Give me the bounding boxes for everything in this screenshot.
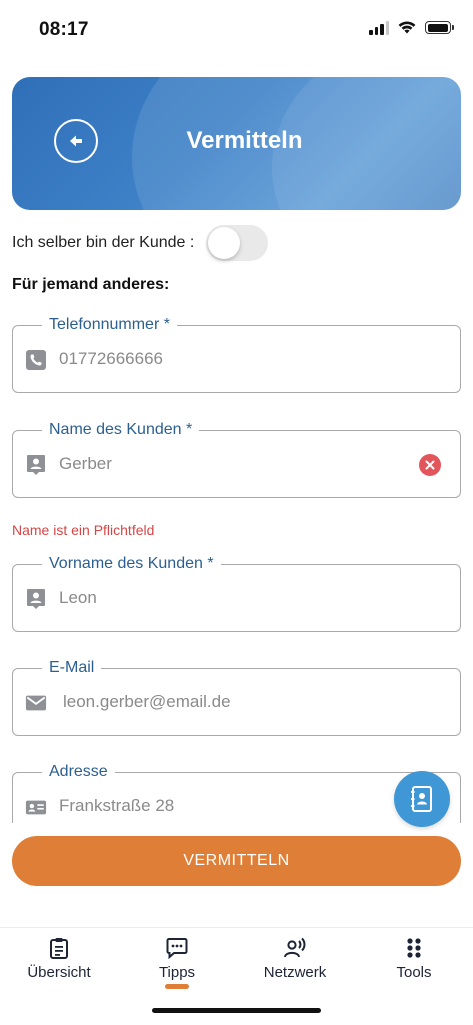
close-circle-icon[interactable] bbox=[419, 454, 441, 476]
self-customer-toggle[interactable] bbox=[206, 225, 269, 261]
grid-dots-icon bbox=[406, 936, 422, 960]
nav-item-overview[interactable]: Übersicht bbox=[0, 928, 118, 998]
wifi-icon bbox=[398, 21, 416, 34]
contacts-button[interactable] bbox=[394, 771, 450, 827]
phone-input[interactable] bbox=[59, 343, 399, 375]
nav-item-tools[interactable]: Tools bbox=[355, 928, 473, 998]
page-title: Vermitteln bbox=[186, 127, 303, 154]
nav-label-network: Netzwerk bbox=[263, 964, 327, 981]
self-customer-label: Ich selber bin der Kunde : bbox=[12, 234, 195, 251]
person-badge-icon bbox=[25, 588, 47, 610]
email-input[interactable] bbox=[63, 686, 403, 718]
active-tab-indicator bbox=[165, 984, 189, 989]
home-indicator bbox=[152, 1008, 321, 1013]
last-name-error: Name ist ein Pflichtfeld bbox=[12, 522, 155, 538]
first-name-field-label: Vorname des Kunden * bbox=[42, 554, 221, 574]
mail-icon bbox=[25, 692, 47, 714]
nav-label-overview: Übersicht bbox=[27, 964, 91, 981]
section-title: Für jemand anderes: bbox=[12, 276, 170, 293]
status-icons bbox=[369, 20, 454, 35]
chat-bubble-icon bbox=[166, 936, 188, 960]
status-bar: 08:17 bbox=[0, 0, 473, 60]
nav-item-tips[interactable]: Tipps bbox=[118, 928, 236, 998]
nav-label-tips: Tipps bbox=[158, 964, 196, 981]
phone-icon bbox=[25, 349, 47, 371]
last-name-input[interactable] bbox=[59, 448, 399, 480]
person-badge-icon bbox=[25, 454, 47, 476]
email-field-label: E-Mail bbox=[42, 658, 102, 678]
first-name-input[interactable] bbox=[59, 582, 399, 614]
id-card-icon bbox=[25, 796, 47, 818]
phone-field: Telefonnummer * bbox=[12, 315, 461, 393]
contact-book-icon bbox=[411, 786, 432, 812]
battery-icon bbox=[425, 21, 454, 34]
email-field: E-Mail bbox=[12, 658, 461, 736]
status-time: 08:17 bbox=[39, 19, 89, 40]
cellular-signal-icon bbox=[369, 20, 389, 35]
last-name-field-label: Name des Kunden * bbox=[42, 420, 200, 440]
nav-label-tools: Tools bbox=[396, 964, 432, 981]
last-name-field: Name des Kunden * bbox=[12, 420, 461, 498]
first-name-field: Vorname des Kunden * bbox=[12, 554, 461, 632]
address-input[interactable] bbox=[59, 790, 399, 822]
toggle-knob bbox=[208, 227, 241, 259]
header-banner: Vermitteln bbox=[12, 77, 461, 210]
submit-button[interactable]: VERMITTELN bbox=[12, 836, 461, 886]
address-field-label: Adresse bbox=[42, 762, 115, 782]
phone-field-label: Telefonnummer * bbox=[42, 315, 177, 335]
self-customer-row: Ich selber bin der Kunde : bbox=[12, 224, 312, 262]
nav-item-network[interactable]: Netzwerk bbox=[236, 928, 354, 998]
clipboard-icon bbox=[49, 936, 69, 960]
person-voice-icon bbox=[283, 936, 307, 960]
